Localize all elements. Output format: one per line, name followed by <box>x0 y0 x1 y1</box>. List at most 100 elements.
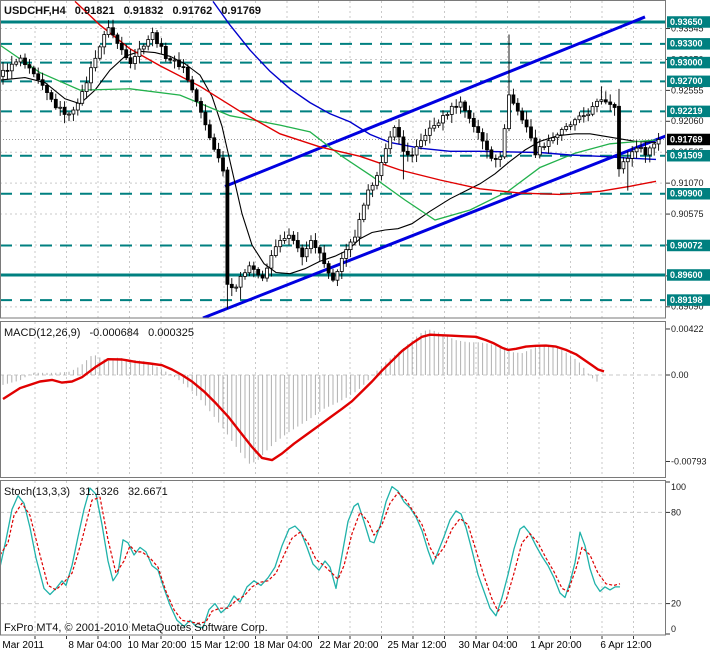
candle-body <box>97 46 102 59</box>
price-badge: 0.90072 <box>670 240 703 250</box>
symbol-period-label: USDCHF,H4 <box>4 5 66 17</box>
candle-body <box>639 147 643 149</box>
macd-panel[interactable] <box>0 322 666 477</box>
stoch-scale-label: 80 <box>671 507 681 517</box>
candle-body <box>599 99 604 102</box>
candle-body <box>524 119 529 128</box>
time-axis-label: 30 Mar 04:00 <box>459 640 518 651</box>
stoch-panel[interactable] <box>0 481 666 635</box>
candle-body <box>485 140 489 151</box>
candle-body <box>27 64 32 69</box>
candle-body <box>555 134 560 139</box>
price-badge: 0.89198 <box>670 295 703 305</box>
main-panel[interactable] <box>0 1 666 318</box>
ohlc-low: 0.91762 <box>172 5 213 17</box>
candle-body <box>9 63 14 72</box>
candle-body <box>419 140 423 147</box>
stoch-scale-label: 20 <box>671 598 681 608</box>
chart-canvas[interactable]: 0.935450.930500.925550.920600.915650.910… <box>0 0 710 651</box>
candle-body <box>225 169 230 285</box>
candle-body <box>84 82 89 92</box>
time-axis-label: 18 Mar 04:00 <box>254 640 313 651</box>
price-badge: 0.92700 <box>670 76 703 86</box>
candle-body <box>317 247 322 254</box>
candle-body <box>251 265 256 270</box>
stoch-scale-label: 0 <box>671 624 676 634</box>
candle-body <box>137 48 142 57</box>
candle-body <box>106 27 111 36</box>
candle-body <box>515 102 520 112</box>
candle-body <box>621 161 626 170</box>
candle-body <box>23 57 27 66</box>
macd-value: -0.000684 <box>89 327 140 339</box>
candle-body <box>67 113 71 116</box>
macd-scale-label: 0.00 <box>671 370 689 380</box>
candle-body <box>155 32 159 45</box>
channel-lower <box>202 134 666 318</box>
candle-body <box>559 129 564 136</box>
candle-body <box>625 157 630 163</box>
candle-body <box>163 46 168 59</box>
candle-body <box>612 104 617 108</box>
candle-body <box>361 204 366 220</box>
candle-body <box>348 241 353 251</box>
candle-body <box>265 267 269 279</box>
candle-body <box>168 58 173 61</box>
candle-body <box>603 99 608 103</box>
candle-body <box>546 140 551 147</box>
candle-body <box>89 67 93 84</box>
candle-body <box>5 69 10 72</box>
price-badge: 0.91509 <box>670 151 703 161</box>
candle-body <box>124 49 129 59</box>
candle-body <box>551 137 555 142</box>
time-axis-label: 8 Mar 04:00 <box>68 640 122 651</box>
candle-body <box>617 105 621 170</box>
candle-body <box>379 162 384 177</box>
macd-indicator-label: MACD(12,26,9) -0.000684 0.000325 <box>4 327 200 339</box>
candle-body <box>463 101 467 111</box>
ohlc-close: 0.91769 <box>221 5 262 17</box>
time-axis-label: 3 Mar 2011 <box>0 640 44 651</box>
candle-body <box>102 34 107 48</box>
candle-body <box>313 240 318 248</box>
price-badge: 0.92219 <box>670 106 703 116</box>
candle-body <box>309 240 313 250</box>
candle-body <box>331 272 335 281</box>
candle-body <box>172 59 177 62</box>
candle-body <box>80 91 85 104</box>
candle-body <box>577 115 582 121</box>
candle-body <box>339 258 344 272</box>
macd-scale-label: -0.00793 <box>671 456 707 466</box>
stoch-indicator-label: Stoch(13,3,3) 31.1326 32.6671 <box>4 486 174 498</box>
price-tick-label: 0.92060 <box>671 116 704 126</box>
stoch-scale-label: 100 <box>671 482 686 492</box>
candle-body <box>427 127 432 136</box>
candle-body <box>647 147 652 156</box>
stoch-k-line <box>0 485 620 629</box>
candle-body <box>36 73 41 81</box>
price-badge: 0.93300 <box>670 39 703 49</box>
candle-body <box>397 127 401 138</box>
candle-body <box>133 56 137 64</box>
candle-body <box>445 114 450 116</box>
candle-body <box>177 59 181 68</box>
candle-body <box>542 146 547 148</box>
candle-body <box>234 286 239 289</box>
candle-body <box>18 57 23 63</box>
stoch-name: Stoch(13,3,3) <box>4 486 71 498</box>
mt4-chart-window[interactable]: 0.935450.930500.925550.920600.915650.910… <box>0 0 710 651</box>
candle-body <box>212 137 217 150</box>
copyright-text: FxPro MT4, © 2001-2010 MetaQuotes Softwa… <box>4 622 268 634</box>
macd-signal-value: 0.000325 <box>148 327 194 339</box>
candle-body <box>146 39 151 47</box>
candle-body <box>185 66 190 81</box>
time-axis-label: 6 Apr 12:00 <box>600 640 652 651</box>
candle-body <box>229 283 234 289</box>
candle-body <box>71 109 76 115</box>
candle-body <box>119 43 124 51</box>
candle-body <box>634 147 639 153</box>
candle-body <box>383 148 388 163</box>
candle-body <box>590 106 595 115</box>
channel-upper <box>224 15 646 188</box>
price-badge: 0.89600 <box>670 270 703 280</box>
